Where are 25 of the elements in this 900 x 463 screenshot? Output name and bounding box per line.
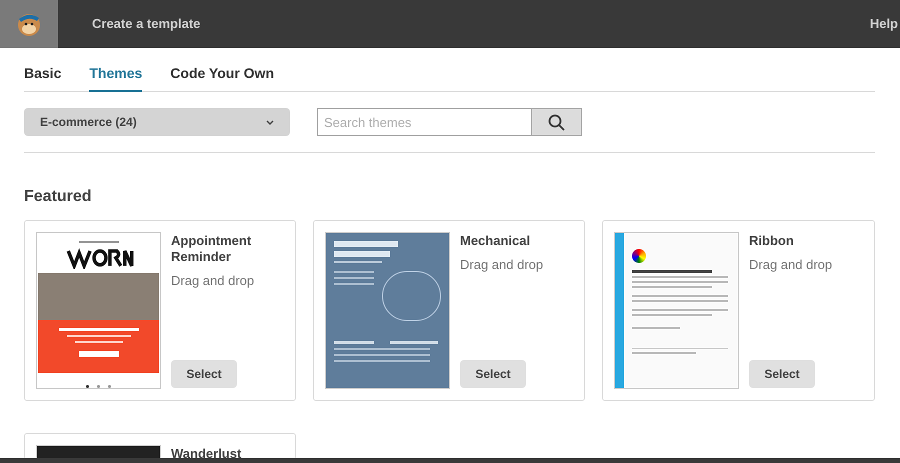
section-heading: Featured xyxy=(24,187,93,207)
dropdown-value: E-commerce (24) xyxy=(40,114,137,131)
template-type: Drag and drop xyxy=(460,256,544,274)
template-name: Appointment Reminder xyxy=(171,233,252,265)
template-type: Drag and drop xyxy=(749,256,834,274)
select-button[interactable]: Select xyxy=(460,360,526,388)
tab[interactable]: Basic xyxy=(24,63,62,92)
template-name: Wanderlust xyxy=(171,446,242,458)
search-button[interactable] xyxy=(532,108,582,136)
logo-icon[interactable] xyxy=(0,0,58,48)
template-name: Ribbon xyxy=(749,233,795,249)
template-type: Drag and drop xyxy=(171,272,256,290)
chevron-down-icon xyxy=(266,120,274,124)
tab[interactable]: Themes xyxy=(89,63,142,92)
help-link[interactable]: Help xyxy=(870,14,898,34)
select-button[interactable]: Select xyxy=(171,360,237,388)
search-icon xyxy=(548,114,565,130)
category-dropdown[interactable]: E-commerce (24) xyxy=(24,108,290,136)
template-name: Mechanical xyxy=(460,233,532,249)
select-button[interactable]: Select xyxy=(749,360,815,388)
page-title: Create a template xyxy=(92,15,200,34)
tab[interactable]: Code Your Own xyxy=(170,63,274,92)
lettering-drawing xyxy=(64,246,134,269)
search-field[interactable]: Search themes xyxy=(317,108,532,136)
template-preview[interactable] xyxy=(36,232,161,389)
